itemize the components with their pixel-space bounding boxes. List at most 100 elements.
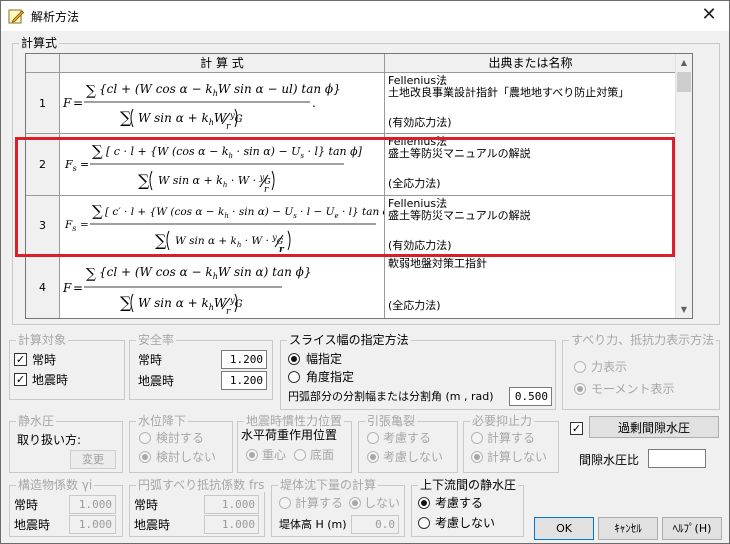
water-drop-yes-label: 検討する xyxy=(156,431,205,445)
formula-4: F = ∑ {cl + (W cos α − khW sin α) tan ϕ} … xyxy=(62,265,311,317)
svg-text:W sin α + kh · W · yG: W sin α + kh · W · yG xyxy=(175,233,284,249)
crack-no-label: 考慮しない xyxy=(383,450,444,464)
cancel-button[interactable]: ｷｬﾝｾﾙ xyxy=(598,517,658,540)
water-drop-no-label: 検討しない xyxy=(156,450,217,464)
water-drop-group: 水位降下 xyxy=(129,414,233,473)
svg-text:∑: ∑ xyxy=(120,108,132,127)
source-line xyxy=(388,160,673,172)
pore-ratio-input[interactable] xyxy=(648,449,706,468)
quake-checkbox[interactable]: ✓ xyxy=(14,373,27,386)
table-row-number[interactable]: 4 xyxy=(26,256,60,318)
settle-no-label: しない xyxy=(364,496,401,510)
slice-angle-label: 角度指定 xyxy=(306,370,355,384)
quake-label: 地震時 xyxy=(32,373,69,387)
source-cell[interactable]: Fellenius法 盛土等防災マニュアルの解説 (全応力法) xyxy=(385,134,677,196)
embankment-height-input[interactable]: 0.0 xyxy=(351,515,399,534)
arc-quake-label: 地震時 xyxy=(134,518,171,532)
source-line: 盛土等防災マニュアルの解説 xyxy=(388,209,531,222)
moment-display-radio[interactable] xyxy=(574,383,586,395)
normal-checkbox[interactable]: ✓ xyxy=(14,353,27,366)
formula-cell-total-stress[interactable]: Fs = ∑ [ c · l + {W (cos α − kh · sin α) … xyxy=(60,134,385,196)
slice-title: スライス幅の指定方法 xyxy=(287,333,411,347)
table-row-number[interactable]: 3 xyxy=(26,196,60,256)
settle-calc-label: 計算する xyxy=(295,496,344,510)
source-cell[interactable]: Fellenius法 盛土等防災マニュアルの解説 (有効応力法) xyxy=(385,196,677,256)
svg-text:[ c′ · l + {W (cos α − kh · si: [ c′ · l + {W (cos α − kh · sin α) − Us … xyxy=(105,206,385,220)
scroll-up-arrow-icon[interactable]: ▲ xyxy=(676,54,692,71)
svg-text:r: r xyxy=(264,185,269,195)
svg-text:r: r xyxy=(226,307,231,317)
division-label: 円弧部分の分割幅または分割角 (m , rad) xyxy=(288,390,494,403)
source-line xyxy=(388,282,673,294)
bottom-label: 底面 xyxy=(310,448,335,462)
excess-pore-button[interactable]: 過剰間隙水圧 xyxy=(589,416,719,438)
bottom-radio[interactable] xyxy=(294,449,306,461)
svg-text:=: = xyxy=(80,219,89,231)
settle-calc-radio[interactable] xyxy=(279,497,291,509)
title-bar[interactable]: 解析方法 ✕ xyxy=(1,1,729,31)
formula-2: Fs = ∑ [ c · l + {W (cos α − kh · sin α) … xyxy=(64,142,363,195)
formula-cell-fellenius-effective[interactable]: F = ∑ {cl + (W cos α − khW sin α − ul) ta… xyxy=(60,73,385,134)
source-line xyxy=(388,99,673,111)
required-calc-radio[interactable] xyxy=(471,432,483,444)
source-line: 盛土等防災マニュアルの解説 xyxy=(388,147,531,160)
water-drop-no-radio[interactable] xyxy=(139,451,151,463)
slice-width-radio[interactable] xyxy=(288,353,300,365)
svg-text:∑: ∑ xyxy=(86,83,96,99)
window-title: 解析方法 xyxy=(31,10,80,24)
required-nocalc-label: 計算しない xyxy=(487,450,548,464)
settle-no-radio[interactable] xyxy=(349,497,361,509)
source-cell[interactable]: 軟弱地盤対策工指針 (全応力法) xyxy=(385,256,677,318)
source-line: (全応力法) xyxy=(388,177,441,190)
required-nocalc-radio[interactable] xyxy=(471,451,483,463)
svg-text:r: r xyxy=(279,245,285,255)
updown-no-radio[interactable] xyxy=(418,517,430,529)
help-button[interactable]: ﾍﾙﾌﾟ(H) xyxy=(662,517,722,540)
source-line: 軟弱地盤対策工指針 xyxy=(388,257,487,270)
scroll-thumb[interactable] xyxy=(677,72,691,92)
arc-quake-input[interactable]: 1.000 xyxy=(204,515,259,534)
display-method-title: すべり力、抵抗力表示方法 xyxy=(569,333,717,347)
formula-table[interactable]: 計 算 式 出典または名称 1 F = ∑ {cl + (W cos α − kh… xyxy=(25,53,693,319)
arc-normal-input[interactable]: 1.000 xyxy=(204,495,259,514)
svg-text:r: r xyxy=(226,122,231,132)
table-row-number[interactable]: 2 xyxy=(26,134,60,196)
tension-crack-title: 引張亀裂 xyxy=(365,414,418,428)
structure-coef-title: 構造物係数 γi xyxy=(16,478,95,492)
table-row-number[interactable]: 1 xyxy=(26,73,60,134)
svg-text:∑: ∑ xyxy=(120,293,132,312)
vertical-scrollbar[interactable]: ▲ ▼ xyxy=(675,54,692,318)
gravity-center-radio[interactable] xyxy=(246,449,258,461)
safety-quake-label: 地震時 xyxy=(138,374,175,388)
excess-pore-checkbox[interactable]: ✓ xyxy=(570,422,583,435)
calc-target-group: 計算対象 xyxy=(9,333,125,400)
force-display-radio[interactable] xyxy=(574,361,586,373)
updown-yes-radio[interactable] xyxy=(418,497,430,509)
source-line: (有効応力法) xyxy=(388,116,452,129)
change-button[interactable]: 変更 xyxy=(70,450,116,469)
safety-quake-input[interactable]: 1.200 xyxy=(221,371,267,390)
structure-quake-input[interactable]: 1.000 xyxy=(69,515,116,534)
ok-button[interactable]: OK xyxy=(534,517,594,540)
crack-yes-radio[interactable] xyxy=(367,432,379,444)
close-button[interactable]: ✕ xyxy=(689,1,729,30)
required-force-title: 必要抑止力 xyxy=(470,414,535,428)
formula-cell-effective-stress[interactable]: Fs = ∑ [ c′ · l + {W (cos α − kh · sin α)… xyxy=(60,196,385,256)
svg-text:=: = xyxy=(73,281,83,295)
header-formula: 計 算 式 xyxy=(60,54,385,73)
horizontal-load-label: 水平荷重作用位置 xyxy=(241,428,338,442)
source-line: (有効応力法) xyxy=(388,239,452,252)
safety-normal-label: 常時 xyxy=(138,353,163,367)
water-drop-title: 水位降下 xyxy=(136,414,189,428)
source-cell[interactable]: Fellenius法 土地改良事業設計指針「農地地すべり防止対策」 (有効応力法… xyxy=(385,73,677,134)
formula-cell-soft-ground[interactable]: F = ∑ {cl + (W cos α − khW sin α) tan ϕ} … xyxy=(60,256,385,318)
water-drop-yes-radio[interactable] xyxy=(139,432,151,444)
crack-no-radio[interactable] xyxy=(367,451,379,463)
safety-normal-input[interactable]: 1.200 xyxy=(221,350,267,369)
slice-angle-radio[interactable] xyxy=(288,371,300,383)
source-line: 土地改良事業設計指針「農地地すべり防止対策」 xyxy=(388,86,630,99)
structure-normal-input[interactable]: 1.000 xyxy=(69,495,116,514)
scroll-down-arrow-icon[interactable]: ▼ xyxy=(676,301,692,318)
division-input[interactable]: 0.500 xyxy=(509,387,552,406)
dialog-window: 解析方法 ✕ 計算式 計 算 式 出典または名称 1 F = ∑ {cl + (W… xyxy=(0,0,730,544)
